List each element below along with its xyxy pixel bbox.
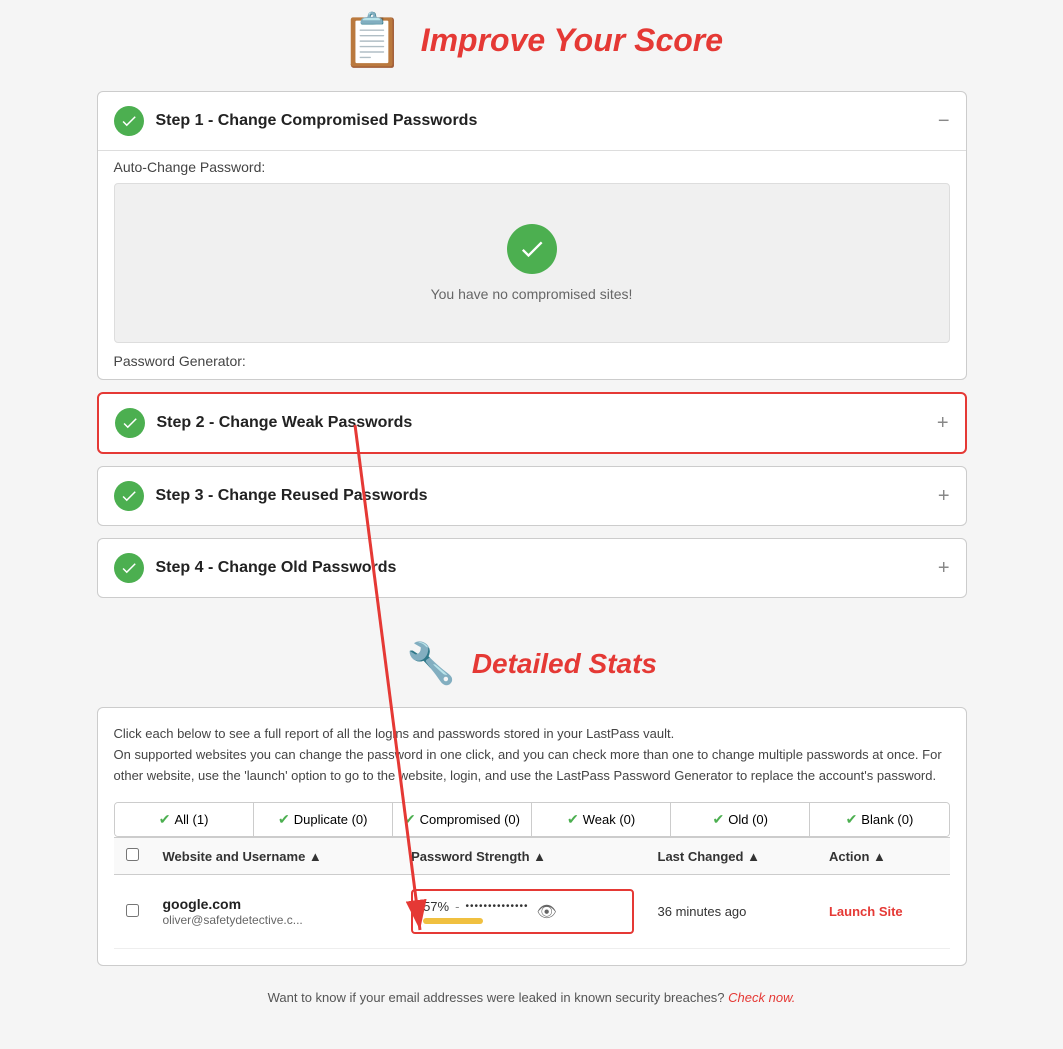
step4-label: Step 4 - Change Old Passwords [156,559,397,577]
password-dots-row: 57% - •••••••••••••• [423,899,528,924]
password-strength-box: 57% - •••••••••••••• 👁 [411,889,633,934]
strength-pct: 57% [423,899,449,914]
table-row: google.com oliver@safetydetective.c... 5… [114,875,950,949]
tab-check-all: ✔ [159,811,171,828]
step4-check-icon [114,553,144,583]
step1-toggle[interactable]: − [938,111,950,131]
step4-toggle[interactable]: + [938,558,950,578]
step1-label: Step 1 - Change Compromised Passwords [156,112,478,130]
big-check-icon [507,224,557,274]
data-table: Website and Username ▲ Password Strength… [114,837,950,949]
table-description: Click each below to see a full report of… [114,724,950,786]
stats-header: 🔧 Detailed Stats [97,610,967,707]
filter-tab-blank[interactable]: ✔ Blank (0) [810,803,948,836]
password-gen-label: Password Generator: [98,343,966,379]
step1-check-icon [114,106,144,136]
step4-header[interactable]: Step 4 - Change Old Passwords + [98,539,966,597]
step3-label: Step 3 - Change Reused Passwords [156,487,428,505]
table-card: Click each below to see a full report of… [97,707,967,966]
page-header: 📋 Improve Your Score [0,0,1063,91]
filter-tab-compromised[interactable]: ✔ Compromised (0) [393,803,532,836]
step3-check-icon [114,481,144,511]
row-checkbox-cell [114,875,151,949]
clipboard-icon: 📋 [340,10,405,71]
filter-tab-weak[interactable]: ✔ Weak (0) [532,803,671,836]
step2-label: Step 2 - Change Weak Passwords [157,414,413,432]
filter-tabs: ✔ All (1) ✔ Duplicate (0) ✔ Compromised … [114,802,950,837]
col-action: Action ▲ [817,838,950,875]
footer: Want to know if your email addresses wer… [97,990,967,1025]
step1-content: Auto-Change Password: You have no compro… [98,150,966,379]
step3-header[interactable]: Step 3 - Change Reused Passwords + [98,467,966,525]
tab-check-compromised: ✔ [404,811,416,828]
row-website-cell: google.com oliver@safetydetective.c... [151,875,400,949]
col-checkbox [114,838,151,875]
step2-header[interactable]: Step 2 - Change Weak Passwords + [99,394,965,452]
page-title: Improve Your Score [421,22,723,59]
col-strength: Password Strength ▲ [399,838,645,875]
step2-card: Step 2 - Change Weak Passwords + [97,392,967,454]
step4-card: Step 4 - Change Old Passwords + [97,538,967,598]
select-all-checkbox[interactable] [126,848,139,861]
step2-check-icon [115,408,145,438]
tab-check-old: ✔ [713,811,725,828]
tab-check-duplicate: ✔ [278,811,290,828]
tab-check-blank: ✔ [846,811,858,828]
tab-check-weak: ✔ [567,811,579,828]
main-container: Step 1 - Change Compromised Passwords − … [97,91,967,1025]
row-checkbox[interactable] [126,904,139,917]
filter-tab-old[interactable]: ✔ Old (0) [671,803,810,836]
strength-bar [423,918,483,924]
col-changed: Last Changed ▲ [646,838,817,875]
row-changed-cell: 36 minutes ago [646,875,817,949]
stats-title: Detailed Stats [472,648,657,680]
row-strength-cell: 57% - •••••••••••••• 👁 [399,875,645,949]
step3-card: Step 3 - Change Reused Passwords + [97,466,967,526]
col-website: Website and Username ▲ [151,838,400,875]
eye-icon[interactable]: 👁 [536,902,556,922]
website-info: google.com oliver@safetydetective.c... [163,896,388,927]
row-action-cell: Launch Site [817,875,950,949]
step1-card: Step 1 - Change Compromised Passwords − … [97,91,967,380]
launch-site-button[interactable]: Launch Site [829,904,903,919]
strength-dots: •••••••••••••• [465,901,528,912]
filter-tab-all[interactable]: ✔ All (1) [115,803,254,836]
step3-toggle[interactable]: + [938,486,950,506]
step1-header[interactable]: Step 1 - Change Compromised Passwords − [98,92,966,150]
step2-toggle[interactable]: + [937,413,949,433]
check-now-link[interactable]: Check now. [728,990,795,1005]
tools-icon: 🔧 [406,640,456,687]
auto-change-label: Auto-Change Password: [98,151,966,183]
no-compromised-box: You have no compromised sites! [114,183,950,343]
no-compromised-text: You have no compromised sites! [431,286,633,302]
filter-tab-duplicate[interactable]: ✔ Duplicate (0) [254,803,393,836]
